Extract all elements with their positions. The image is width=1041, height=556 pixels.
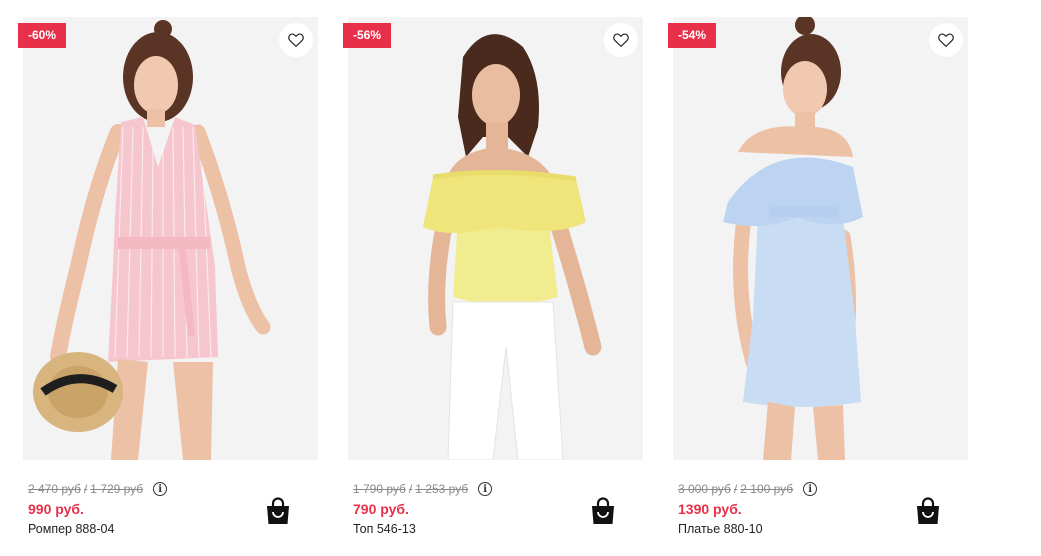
old-price: 3 000 руб / 2 100 руб i xyxy=(678,482,818,496)
model-photo-romper xyxy=(23,17,318,460)
price-separator: / xyxy=(408,482,413,496)
current-price: 1390 руб. xyxy=(678,501,742,517)
product-image[interactable] xyxy=(348,17,643,460)
model-photo-dress xyxy=(673,17,968,460)
wishlist-button[interactable] xyxy=(929,23,963,57)
old-price: 1 790 руб / 1 253 руб i xyxy=(353,482,493,496)
price-separator: / xyxy=(733,482,738,496)
product-name[interactable]: Топ 546-13 xyxy=(353,522,416,536)
product-image[interactable] xyxy=(673,17,968,460)
price-separator: / xyxy=(83,482,88,496)
old-price-discounted: 1 253 руб xyxy=(415,482,469,496)
product-card[interactable]: -56% 1 790 руб / 1 253 руб i 790 руб. То… xyxy=(343,17,643,547)
discount-badge: -60% xyxy=(18,23,67,48)
info-icon[interactable]: i xyxy=(478,482,493,496)
shopping-bag-icon[interactable] xyxy=(590,497,616,525)
product-name[interactable]: Платье 880-10 xyxy=(678,522,763,536)
heart-outline-icon xyxy=(288,33,304,47)
product-name[interactable]: Ромпер 888-04 xyxy=(28,522,114,536)
wishlist-button[interactable] xyxy=(604,23,638,57)
current-price: 790 руб. xyxy=(353,501,409,517)
old-price-original: 2 470 руб xyxy=(28,482,81,496)
wishlist-button[interactable] xyxy=(279,23,313,57)
model-photo-top xyxy=(348,17,643,460)
shopping-bag-icon[interactable] xyxy=(265,497,291,525)
product-card[interactable]: -54% 3 000 руб / 2 100 руб i 1390 руб. П… xyxy=(668,17,968,547)
discount-badge: -56% xyxy=(343,23,392,48)
shopping-bag-icon[interactable] xyxy=(915,497,941,525)
old-price-discounted: 1 729 руб xyxy=(90,482,144,496)
discount-badge: -54% xyxy=(668,23,717,48)
product-card[interactable]: -60% 2 470 руб / 1 729 руб i 990 руб. Ро… xyxy=(18,17,318,547)
heart-outline-icon xyxy=(938,33,954,47)
heart-outline-icon xyxy=(613,33,629,47)
info-icon[interactable]: i xyxy=(803,482,818,496)
current-price: 990 руб. xyxy=(28,501,84,517)
old-price-original: 1 790 руб xyxy=(353,482,406,496)
old-price-discounted: 2 100 руб xyxy=(740,482,794,496)
old-price: 2 470 руб / 1 729 руб i xyxy=(28,482,168,496)
info-icon[interactable]: i xyxy=(153,482,168,496)
product-image[interactable] xyxy=(23,17,318,460)
old-price-original: 3 000 руб xyxy=(678,482,731,496)
